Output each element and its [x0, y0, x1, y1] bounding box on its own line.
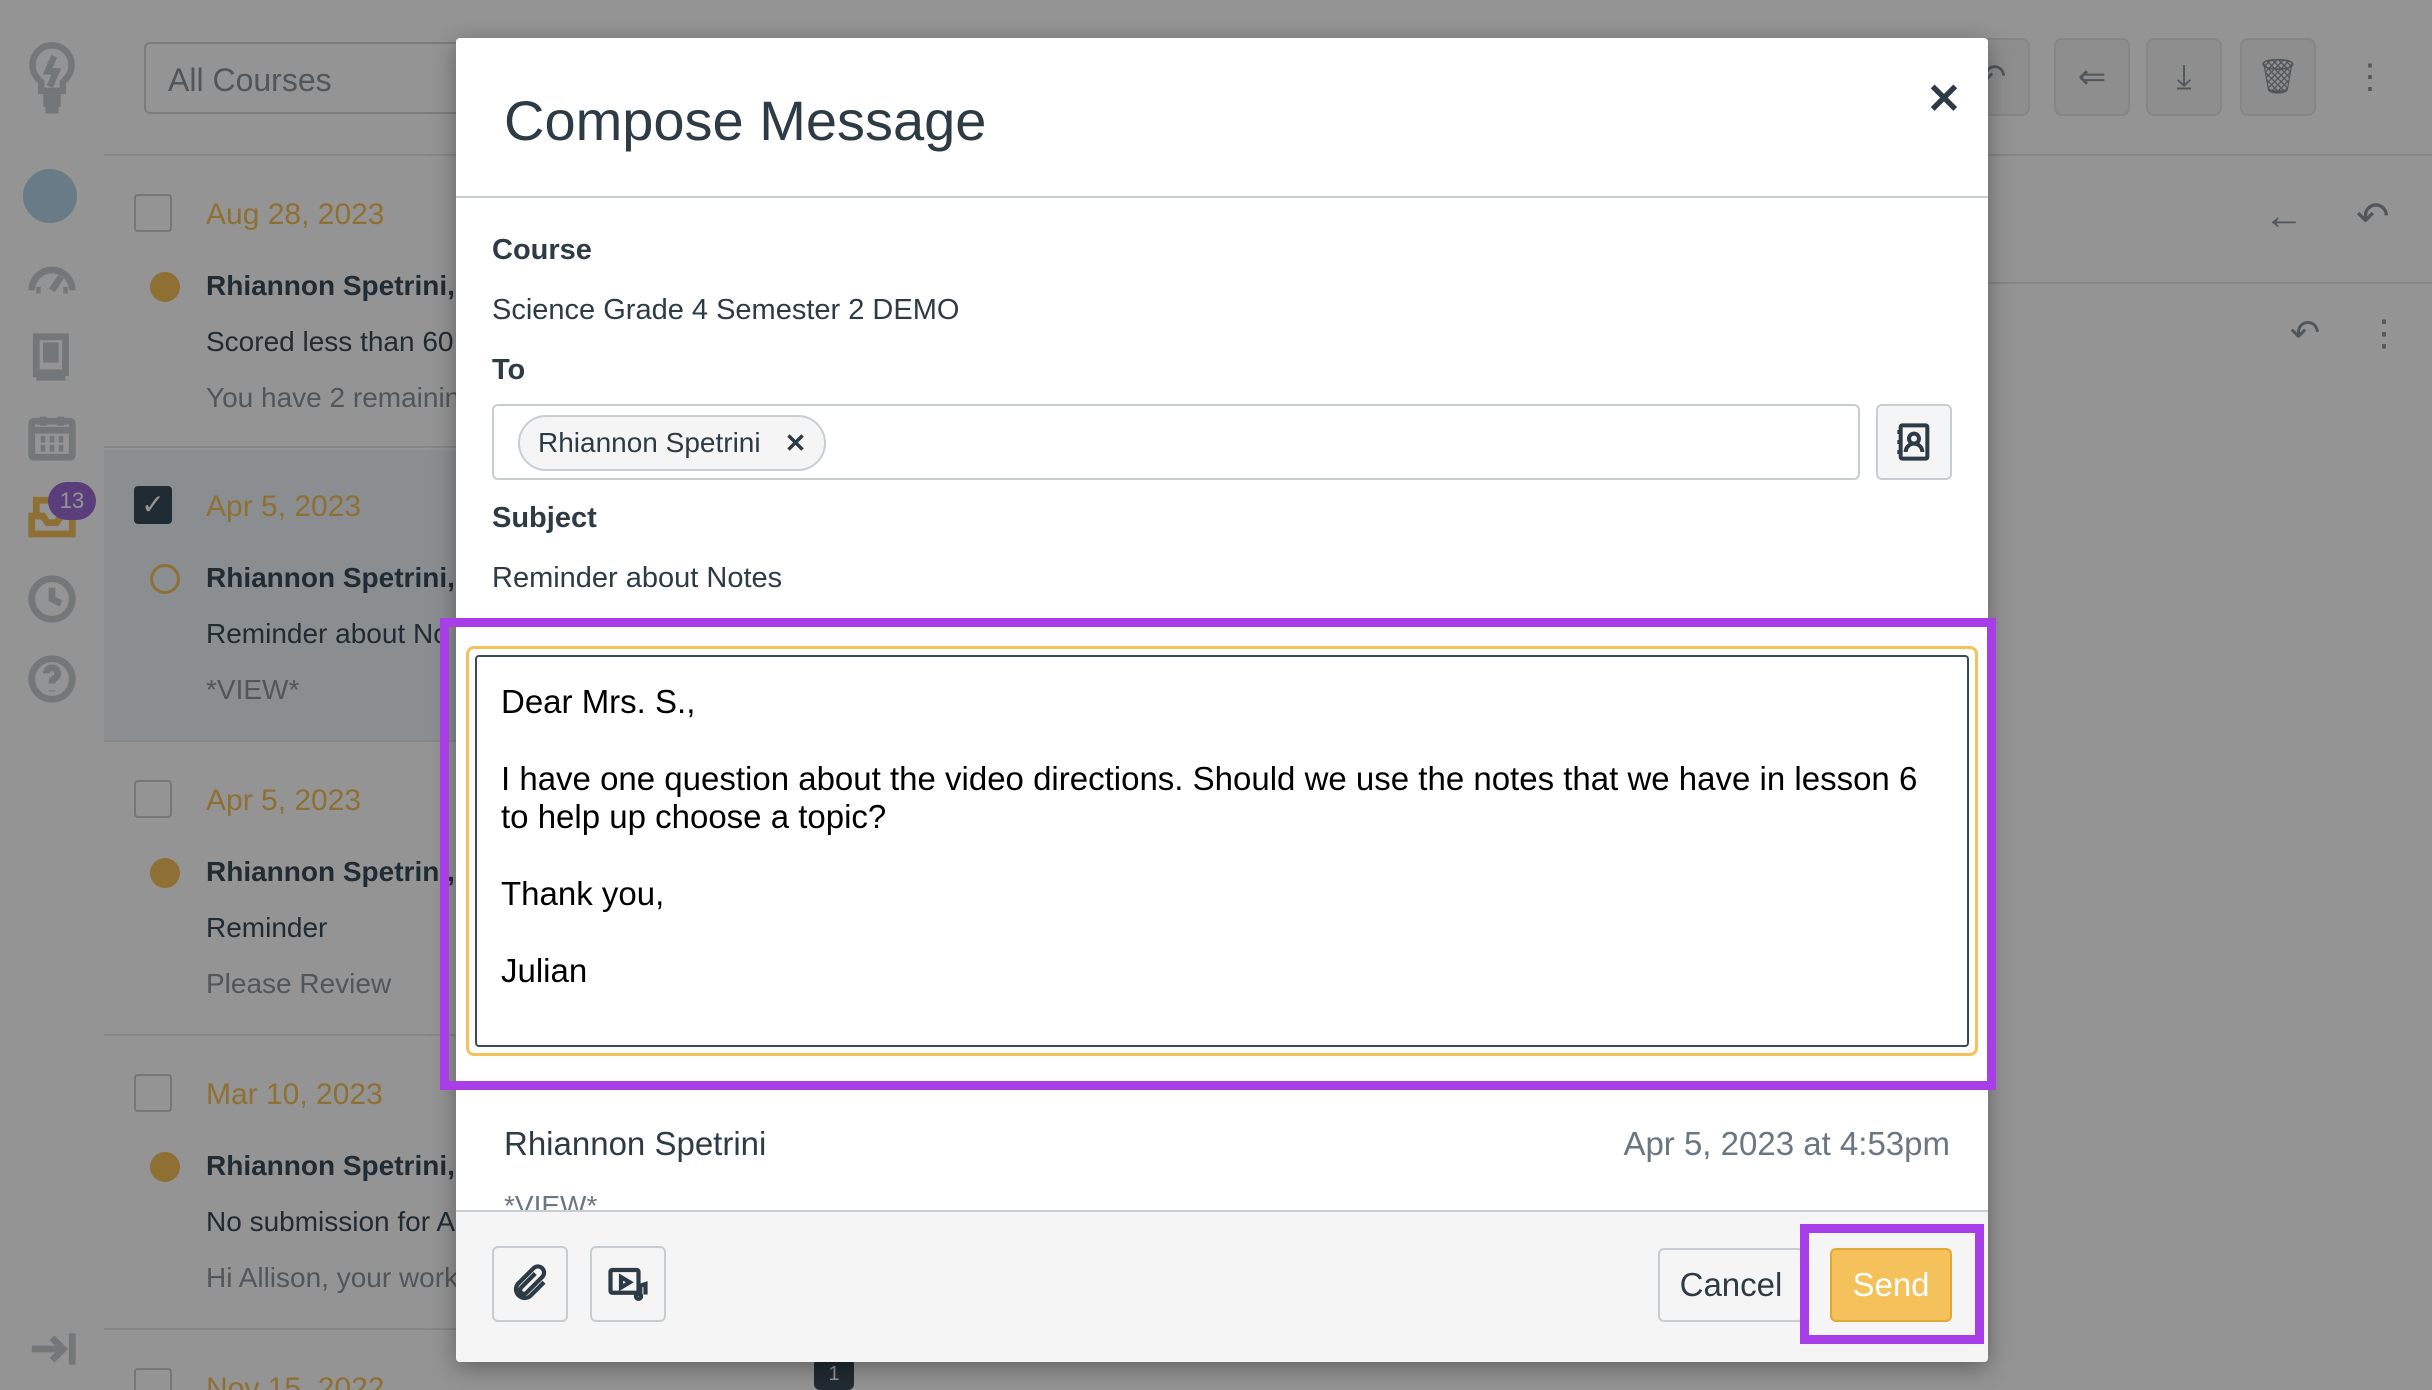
media-icon: [608, 1267, 648, 1301]
course-value: Science Grade 4 Semester 2 DEMO: [492, 294, 960, 326]
address-book-icon: [1897, 423, 1930, 461]
to-recipients-field[interactable]: Rhiannon Spetrini ✕: [492, 404, 1860, 480]
compose-message-dialog: Compose Message ✕ Course Science Grade 4…: [456, 38, 1988, 1362]
recipient-name: Rhiannon Spetrini: [538, 427, 761, 458]
dialog-title: Compose Message: [504, 89, 987, 152]
body-signature: Julian: [501, 952, 588, 989]
send-button[interactable]: Send: [1830, 1248, 1952, 1322]
previous-message-timestamp: Apr 5, 2023 at 4:53pm: [1623, 1125, 1950, 1162]
cancel-button[interactable]: Cancel: [1658, 1248, 1804, 1322]
to-label: To: [492, 354, 526, 386]
body-paragraph: I have one question about the video dire…: [501, 760, 1918, 835]
dialog-header: Compose Message ✕: [456, 38, 1988, 198]
dialog-footer: Cancel Send: [456, 1210, 1988, 1362]
address-book-button[interactable]: [1876, 404, 1952, 480]
record-media-button[interactable]: [590, 1246, 666, 1322]
subject-value[interactable]: Reminder about Notes: [492, 562, 782, 595]
paperclip-icon: [513, 1264, 547, 1301]
previous-message-author: Rhiannon Spetrini: [504, 1125, 767, 1162]
body-greeting: Dear Mrs. S.,: [501, 683, 696, 720]
course-label: Course: [492, 234, 592, 266]
remove-recipient-icon[interactable]: ✕: [785, 428, 807, 459]
subject-label: Subject: [492, 502, 597, 534]
recipient-pill[interactable]: Rhiannon Spetrini ✕: [518, 415, 827, 471]
attach-file-button[interactable]: [492, 1246, 568, 1322]
body-closing: Thank you,: [501, 875, 665, 912]
message-body-textarea[interactable]: Dear Mrs. S., I have one question about …: [475, 655, 1969, 1047]
close-icon[interactable]: ✕: [1914, 68, 1974, 128]
message-body-focus-ring: Dear Mrs. S., I have one question about …: [466, 646, 1978, 1056]
